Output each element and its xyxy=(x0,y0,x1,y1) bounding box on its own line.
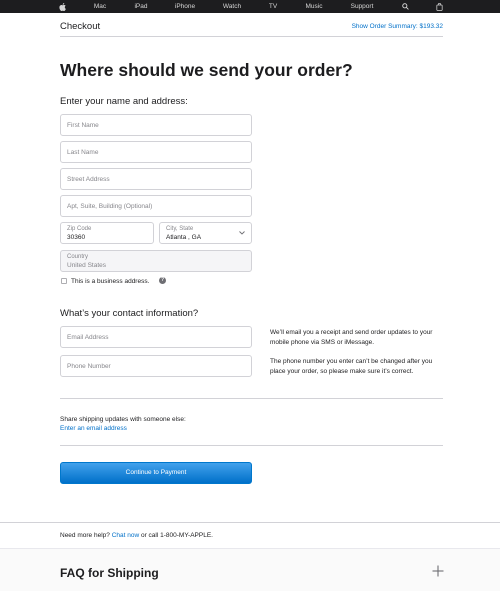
apt-suite-field[interactable]: Apt, Suite, Building (Optional) xyxy=(60,195,252,217)
street-address-placeholder: Street Address xyxy=(67,176,110,183)
nav-mac[interactable]: Mac xyxy=(94,0,106,13)
first-name-field[interactable]: First Name xyxy=(60,114,252,136)
city-state-select[interactable]: City, State Atlanta , GA xyxy=(159,222,252,244)
plus-icon[interactable] xyxy=(432,565,444,577)
nav-iphone[interactable]: iPhone xyxy=(175,0,195,13)
divider xyxy=(60,445,443,446)
checkout-header: Checkout Show Order Summary: $193.32 xyxy=(60,13,443,37)
business-address-checkbox[interactable] xyxy=(61,278,67,284)
email-note: We’ll email you a receipt and send order… xyxy=(270,329,433,346)
phone-note: The phone number you enter can’t be chan… xyxy=(270,358,433,375)
help-suffix: or call 1-800-MY-APPLE. xyxy=(140,532,213,539)
help-prefix: Need more help? xyxy=(60,532,110,539)
street-address-field[interactable]: Street Address xyxy=(60,168,252,190)
search-icon[interactable] xyxy=(402,3,409,10)
zip-code-label: Zip Code xyxy=(67,226,92,232)
global-nav: Mac iPad iPhone Watch TV Music Support xyxy=(0,0,500,13)
help-icon[interactable]: ? xyxy=(159,277,166,284)
enter-email-link[interactable]: Enter an email address xyxy=(60,425,127,432)
first-name-placeholder: First Name xyxy=(67,122,99,129)
checkout-title: Checkout xyxy=(60,21,101,32)
divider xyxy=(60,398,443,399)
nav-music[interactable]: Music xyxy=(306,0,323,13)
page-title: Where should we send your order? xyxy=(60,60,353,80)
country-field: Country United States xyxy=(60,250,252,272)
nav-ipad[interactable]: iPad xyxy=(134,0,147,13)
zip-code-value: 30360 xyxy=(67,234,86,241)
zip-code-field[interactable]: Zip Code 30360 xyxy=(60,222,154,244)
last-name-field[interactable]: Last Name xyxy=(60,141,252,163)
order-summary-link[interactable]: Show Order Summary: $193.32 xyxy=(352,23,443,30)
business-address-label[interactable]: This is a business address. xyxy=(71,278,149,285)
contact-heading: What’s your contact information? xyxy=(60,308,199,319)
address-heading: Enter your name and address: xyxy=(60,96,188,107)
phone-placeholder: Phone Number xyxy=(67,363,111,370)
nav-tv[interactable]: TV xyxy=(269,0,277,13)
chat-now-link[interactable]: Chat now xyxy=(112,532,139,539)
apple-logo-icon[interactable] xyxy=(59,3,66,11)
city-state-label: City, State xyxy=(166,226,194,232)
nav-support[interactable]: Support xyxy=(351,0,374,13)
country-value: United States xyxy=(67,262,107,269)
phone-field[interactable]: Phone Number xyxy=(60,355,252,377)
continue-to-payment-button[interactable]: Continue to Payment xyxy=(60,462,252,484)
apt-suite-placeholder: Apt, Suite, Building (Optional) xyxy=(67,203,153,210)
divider xyxy=(0,522,500,523)
last-name-placeholder: Last Name xyxy=(67,149,99,156)
nav-watch[interactable]: Watch xyxy=(223,0,241,13)
chevron-down-icon xyxy=(239,231,245,235)
email-placeholder: Email Address xyxy=(67,334,109,341)
city-state-value: Atlanta , GA xyxy=(166,234,202,241)
email-field[interactable]: Email Address xyxy=(60,326,252,348)
bag-icon[interactable] xyxy=(436,3,443,11)
help-line: Need more help? Chat now or call 1-800-M… xyxy=(60,532,213,539)
faq-title[interactable]: FAQ for Shipping xyxy=(60,566,159,580)
share-updates-text: Share shipping updates with someone else… xyxy=(60,416,186,423)
country-label: Country xyxy=(67,254,89,260)
